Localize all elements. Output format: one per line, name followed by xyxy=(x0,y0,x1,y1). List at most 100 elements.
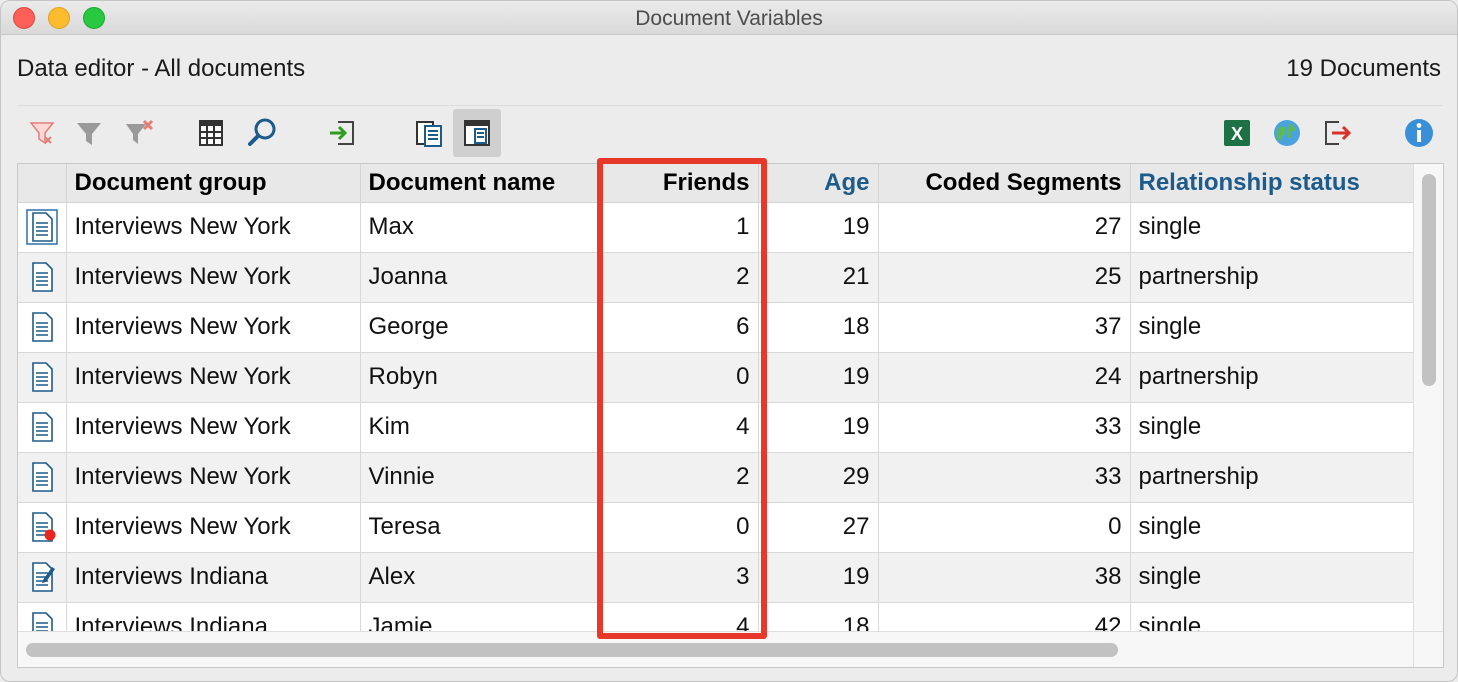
friends-cell[interactable]: 0 xyxy=(598,502,759,553)
coded-segments-cell[interactable]: 38 xyxy=(878,552,1131,603)
horizontal-scrollbar[interactable] xyxy=(18,631,1414,667)
age-cell[interactable]: 19 xyxy=(758,402,879,453)
column-header-document-group[interactable]: Document group xyxy=(66,164,361,203)
friends-cell[interactable]: 4 xyxy=(598,402,759,453)
document-group-cell[interactable]: Interviews New York xyxy=(66,252,361,303)
search-icon[interactable] xyxy=(239,109,287,157)
document-icon xyxy=(26,208,58,252)
coded-segments-cell[interactable]: 25 xyxy=(878,252,1131,303)
relationship-status-cell[interactable]: single xyxy=(1130,552,1415,603)
document-variables-view-icon[interactable] xyxy=(453,109,501,157)
export-icon[interactable] xyxy=(1313,109,1361,157)
friends-cell[interactable]: 1 xyxy=(598,202,759,253)
document-icon-cell[interactable] xyxy=(18,402,67,453)
document-group-cell[interactable]: Interviews Indiana xyxy=(66,552,361,603)
age-cell[interactable]: 19 xyxy=(758,202,879,253)
table-row[interactable]: Interviews New York Kim 4 19 33 single xyxy=(18,402,1415,453)
column-header-friends[interactable]: Friends xyxy=(598,164,759,203)
document-icon-cell[interactable] xyxy=(18,202,67,253)
scroll-corner xyxy=(1413,631,1443,667)
document-name-cell[interactable]: Vinnie xyxy=(360,452,599,503)
friends-cell[interactable]: 2 xyxy=(598,452,759,503)
document-group-cell[interactable]: Interviews New York xyxy=(66,452,361,503)
document-variables-table: Document group Document name Friends Age… xyxy=(18,164,1415,653)
document-icon-cell[interactable] xyxy=(18,502,67,553)
column-header-document-name[interactable]: Document name xyxy=(360,164,599,203)
globe-icon[interactable] xyxy=(1263,109,1311,157)
age-cell[interactable]: 29 xyxy=(758,452,879,503)
age-cell[interactable]: 27 xyxy=(758,502,879,553)
funnel-icon[interactable] xyxy=(65,109,113,157)
clear-filter-icon[interactable] xyxy=(115,109,163,157)
column-header-relationship-status[interactable]: Relationship status xyxy=(1130,164,1415,203)
friends-cell[interactable]: 6 xyxy=(598,302,759,353)
document-group-cell[interactable]: Interviews New York xyxy=(66,302,361,353)
table-row[interactable]: Interviews New York Teresa 0 27 0 single xyxy=(18,502,1415,553)
relationship-status-cell[interactable]: partnership xyxy=(1130,252,1415,303)
document-icon xyxy=(26,459,58,502)
relationship-status-cell[interactable]: single xyxy=(1130,302,1415,353)
table-row[interactable]: Interviews Indiana Alex 3 19 38 single xyxy=(18,552,1415,603)
filter-icon[interactable] xyxy=(19,109,67,157)
friends-cell[interactable]: 2 xyxy=(598,252,759,303)
document-icon-cell[interactable] xyxy=(18,452,67,503)
document-group-cell[interactable]: Interviews New York xyxy=(66,402,361,453)
document-icon-cell[interactable] xyxy=(18,352,67,403)
document-icon-cell[interactable] xyxy=(18,252,67,303)
table-row[interactable]: Interviews New York Joanna 2 21 25 partnershi… xyxy=(18,252,1415,303)
age-cell[interactable]: 21 xyxy=(758,252,879,303)
document-name-cell[interactable]: Joanna xyxy=(360,252,599,303)
table-row[interactable]: Interviews New York Robyn 0 19 24 partnership xyxy=(18,352,1415,403)
coded-segments-cell[interactable]: 0 xyxy=(878,502,1131,553)
document-name-cell[interactable]: Robyn xyxy=(360,352,599,403)
table-row[interactable]: Interviews New York George 6 18 37 single xyxy=(18,302,1415,353)
document-name-cell[interactable]: Alex xyxy=(360,552,599,603)
document-name-cell[interactable]: George xyxy=(360,302,599,353)
info-icon[interactable] xyxy=(1395,109,1443,157)
document-icon-cell[interactable] xyxy=(18,302,67,353)
age-cell[interactable]: 19 xyxy=(758,552,879,603)
relationship-status-cell[interactable]: single xyxy=(1130,202,1415,253)
coded-segments-cell[interactable]: 37 xyxy=(878,302,1131,353)
horizontal-scroll-thumb[interactable] xyxy=(26,643,1118,657)
table-row[interactable]: Interviews New York Max 1 19 27 single xyxy=(18,202,1415,253)
title-bar: Document Variables xyxy=(1,1,1457,35)
age-cell[interactable]: 19 xyxy=(758,352,879,403)
coded-segments-cell[interactable]: 33 xyxy=(878,402,1131,453)
data-grid: Document group Document name Friends Age… xyxy=(17,163,1444,668)
excel-icon[interactable]: X xyxy=(1213,109,1261,157)
document-variables-window: Document Variables Data editor - All doc… xyxy=(0,0,1458,682)
document-red-dot-icon xyxy=(26,509,58,552)
coded-segments-cell[interactable]: 27 xyxy=(878,202,1131,253)
import-icon[interactable] xyxy=(319,109,367,157)
age-cell[interactable]: 18 xyxy=(758,302,879,353)
column-header-age[interactable]: Age xyxy=(758,164,879,203)
relationship-status-cell[interactable]: single xyxy=(1130,402,1415,453)
window-title: Document Variables xyxy=(635,7,823,30)
table-header-row: Document group Document name Friends Age… xyxy=(18,164,1415,203)
friends-cell[interactable]: 0 xyxy=(598,352,759,403)
document-name-cell[interactable]: Kim xyxy=(360,402,599,453)
table-row[interactable]: Interviews New York Vinnie 2 29 33 partnershi… xyxy=(18,452,1415,503)
document-list-icon[interactable] xyxy=(405,109,453,157)
columns-icon[interactable] xyxy=(187,109,235,157)
vertical-scrollbar[interactable] xyxy=(1413,164,1443,632)
coded-segments-cell[interactable]: 24 xyxy=(878,352,1131,403)
column-header-coded-segments[interactable]: Coded Segments xyxy=(878,164,1131,203)
relationship-status-cell[interactable]: single xyxy=(1130,502,1415,553)
document-group-cell[interactable]: Interviews New York xyxy=(66,352,361,403)
document-group-cell[interactable]: Interviews New York xyxy=(66,502,361,553)
relationship-status-cell[interactable]: partnership xyxy=(1130,352,1415,403)
document-icon xyxy=(26,259,58,302)
document-group-cell[interactable]: Interviews New York xyxy=(66,202,361,253)
relationship-status-cell[interactable]: partnership xyxy=(1130,452,1415,503)
vertical-scroll-thumb[interactable] xyxy=(1422,174,1436,386)
coded-segments-cell[interactable]: 33 xyxy=(878,452,1131,503)
column-header-icon xyxy=(18,164,67,203)
document-name-cell[interactable]: Max xyxy=(360,202,599,253)
document-name-cell[interactable]: Teresa xyxy=(360,502,599,553)
friends-cell[interactable]: 3 xyxy=(598,552,759,603)
document-edit-icon xyxy=(26,559,58,602)
document-icon xyxy=(26,359,58,402)
document-icon-cell[interactable] xyxy=(18,552,67,603)
